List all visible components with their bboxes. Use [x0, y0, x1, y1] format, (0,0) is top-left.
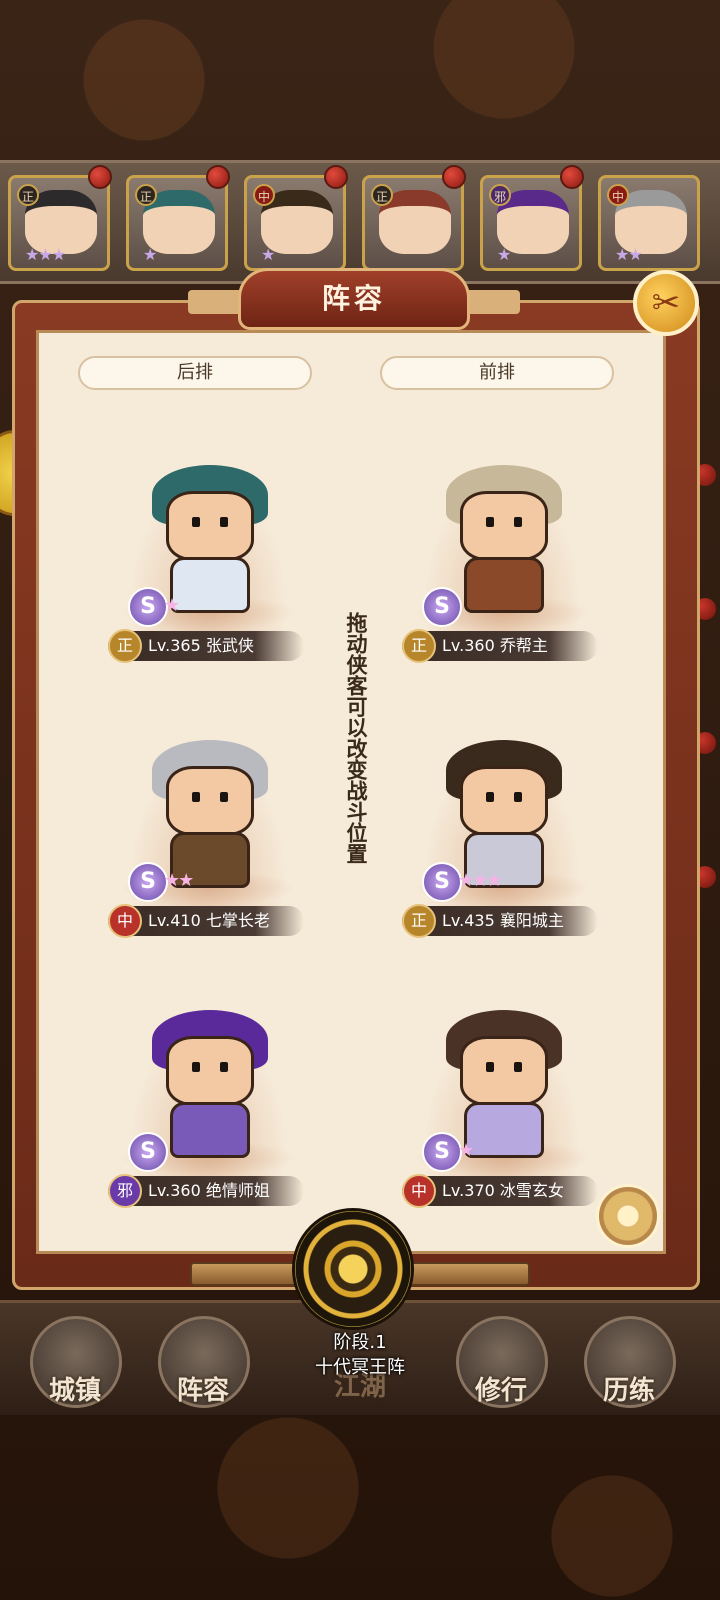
- hero-figure[interactable]: [446, 1010, 562, 1160]
- hero-head: [166, 491, 254, 561]
- faction-badge: 中: [253, 184, 275, 206]
- faction-badge: 正: [371, 184, 393, 206]
- hero-card[interactable]: 中 ★★: [598, 175, 700, 271]
- hero-name: Lv.360 乔帮主: [442, 636, 548, 655]
- drag-hint: 拖动侠客可以改变战斗位置: [344, 612, 368, 864]
- hero-name: Lv.435 襄阳城主: [442, 911, 564, 930]
- faction-badge: 正: [108, 629, 142, 663]
- flower-icon[interactable]: [596, 1184, 660, 1248]
- eye: [514, 1062, 522, 1072]
- notification-dot: [324, 165, 348, 189]
- hero-card[interactable]: 正: [362, 175, 464, 271]
- close-button[interactable]: ✂: [633, 270, 699, 336]
- hero-body: [170, 557, 250, 613]
- lineup-slot-front-3[interactable]: S ★ 中 Lv.370 冰雪玄女: [402, 990, 602, 1240]
- hero-body: [170, 1102, 250, 1158]
- eye: [192, 1062, 200, 1072]
- hero-head: [166, 1036, 254, 1106]
- hero-head: [460, 491, 548, 561]
- faction-badge: 正: [402, 629, 436, 663]
- lineup-slot-back-1[interactable]: S ★ 正 Lv.365 张武侠: [108, 445, 308, 695]
- nav-lineup-label[interactable]: 阵容: [148, 1370, 258, 1407]
- back-row-header: 后排: [78, 356, 312, 390]
- star-rating: ★: [143, 245, 157, 264]
- formation-emblem-icon[interactable]: [292, 1208, 414, 1330]
- lineup-slot-back-2[interactable]: S ★★ 中 Lv.410 七掌长老: [108, 720, 308, 970]
- faction-badge: 邪: [489, 184, 511, 206]
- star-rating: ★: [458, 1140, 474, 1161]
- notification-dot: [442, 165, 466, 189]
- rank-badge-icon: S: [422, 862, 462, 902]
- faction-badge: 正: [135, 184, 157, 206]
- front-row-header: 前排: [380, 356, 614, 390]
- hero-head: [460, 766, 548, 836]
- hero-card[interactable]: 正 ★: [126, 175, 228, 271]
- star-rating: ★: [261, 245, 275, 264]
- eye: [220, 792, 228, 802]
- star-rating: ★★: [615, 245, 643, 264]
- rank-badge-icon: S: [422, 1132, 462, 1172]
- hero-figure[interactable]: [152, 465, 268, 615]
- hero-card[interactable]: 正 ★★★: [8, 175, 110, 271]
- faction-badge: 中: [108, 904, 142, 938]
- star-rating: ★★: [164, 870, 194, 891]
- star-rating: ★★★: [458, 870, 502, 891]
- hero-name: Lv.410 七掌长老: [148, 911, 270, 930]
- hero-body: [464, 1102, 544, 1158]
- hero-figure[interactable]: [446, 465, 562, 615]
- hero-name-bar: 中 Lv.370 冰雪玄女: [402, 1174, 598, 1208]
- notification-dot: [88, 165, 112, 189]
- eye: [486, 1062, 494, 1072]
- rank-badge-icon: S: [128, 587, 168, 627]
- star-rating: ★★★: [25, 245, 66, 264]
- hero-name-bar: 正 Lv.435 襄阳城主: [402, 904, 598, 938]
- eye: [192, 517, 200, 527]
- eye: [486, 517, 494, 527]
- hero-name: Lv.360 绝情师姐: [148, 1181, 270, 1200]
- hero-card[interactable]: 中 ★: [244, 175, 346, 271]
- hero-name: Lv.370 冰雪玄女: [442, 1181, 564, 1200]
- eye: [192, 792, 200, 802]
- hero-head: [460, 1036, 548, 1106]
- hero-body: [464, 557, 544, 613]
- nav-training-label[interactable]: 修行: [446, 1370, 556, 1407]
- hero-head: [166, 766, 254, 836]
- modal-title: 阵容: [238, 268, 470, 330]
- formation-name: 十代冥王阵: [315, 1357, 405, 1378]
- eye: [220, 1062, 228, 1072]
- lineup-slot-back-3[interactable]: S 邪 Lv.360 绝情师姐: [108, 990, 308, 1240]
- eye: [514, 792, 522, 802]
- notification-dot: [560, 165, 584, 189]
- lineup-slot-front-2[interactable]: S ★★★ 正 Lv.435 襄阳城主: [402, 720, 602, 970]
- eye: [514, 517, 522, 527]
- hero-figure[interactable]: [446, 740, 562, 890]
- hero-card[interactable]: 邪 ★: [480, 175, 582, 271]
- hero-name-bar: 正 Lv.365 张武侠: [108, 629, 304, 663]
- hero-name-bar: 中 Lv.410 七掌长老: [108, 904, 304, 938]
- rank-badge-icon: S: [128, 1132, 168, 1172]
- hero-figure[interactable]: [152, 740, 268, 890]
- star-rating: ★: [164, 595, 180, 616]
- faction-badge: 正: [402, 904, 436, 938]
- faction-badge: 正: [17, 184, 39, 206]
- hero-figure[interactable]: [152, 1010, 268, 1160]
- formation-stage: 阶段.1: [333, 1332, 387, 1353]
- rank-badge-icon: S: [128, 862, 168, 902]
- rank-badge-icon: S: [422, 587, 462, 627]
- eye: [486, 792, 494, 802]
- hero-name-bar: 邪 Lv.360 绝情师姐: [108, 1174, 304, 1208]
- hero-name-bar: 正 Lv.360 乔帮主: [402, 629, 598, 663]
- lineup-slot-front-1[interactable]: S 正 Lv.360 乔帮主: [402, 445, 602, 695]
- hero-name: Lv.365 张武侠: [148, 636, 254, 655]
- eye: [220, 517, 228, 527]
- faction-badge: 中: [607, 184, 629, 206]
- nav-town-label[interactable]: 城镇: [20, 1370, 130, 1407]
- hero-roster-strip: 正 ★★★ 正 ★ 中 ★ 正 邪 ★ 中 ★★: [0, 160, 720, 284]
- faction-badge: 中: [402, 1174, 436, 1208]
- nav-trials-label[interactable]: 历练: [574, 1370, 684, 1407]
- star-rating: ★: [497, 245, 511, 264]
- notification-dot: [206, 165, 230, 189]
- faction-badge: 邪: [108, 1174, 142, 1208]
